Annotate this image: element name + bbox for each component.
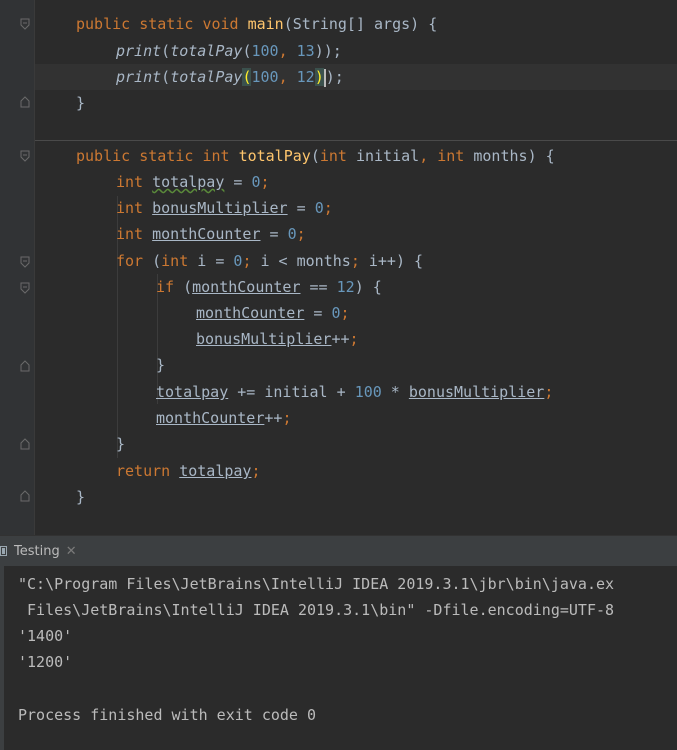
- code-line-close-method[interactable]: }: [76, 484, 85, 510]
- run-tab-testing[interactable]: Testing ✕: [0, 536, 85, 566]
- number-literal: 0: [251, 173, 261, 191]
- method-call: print: [116, 42, 162, 60]
- close-icon[interactable]: ✕: [66, 544, 77, 559]
- number-literal: 100: [251, 42, 279, 60]
- console-icon: [0, 546, 7, 556]
- number-literal: 12: [336, 278, 355, 296]
- variable: bonusMultiplier: [408, 383, 545, 401]
- code-line-close-if[interactable]: }: [156, 352, 165, 378]
- fold-end-icon[interactable]: [20, 490, 30, 502]
- method-call: totalPay: [170, 42, 243, 60]
- number-literal: 100: [354, 383, 382, 401]
- code-line-decl-totalpay[interactable]: int totalpay = 0;: [116, 169, 270, 195]
- variable: totalpay: [179, 462, 252, 480]
- console-line: '1400': [18, 627, 73, 645]
- console-output[interactable]: "C:\Program Files\JetBrains\IntelliJ IDE…: [0, 566, 677, 750]
- code-line-print-2[interactable]: print(totalPay(100, 12));: [116, 64, 344, 90]
- console-line: Process finished with exit code 0: [18, 706, 317, 724]
- matched-bracket: ): [314, 68, 324, 86]
- close-parens: );: [325, 68, 344, 86]
- code-line-if[interactable]: if (monthCounter == 12) {: [156, 274, 382, 300]
- code-line-decl-monthcounter[interactable]: int monthCounter = 0;: [116, 221, 306, 247]
- tab-label: Testing: [14, 543, 60, 559]
- variable: i: [197, 252, 207, 270]
- variable: monthCounter: [196, 304, 305, 322]
- operator: +=: [237, 383, 256, 401]
- code-line-return[interactable]: return totalpay;: [116, 458, 261, 484]
- number-literal: 13: [296, 42, 315, 60]
- method-name: main: [247, 15, 284, 33]
- param-name: initial: [355, 147, 420, 165]
- keyword: static: [139, 147, 194, 165]
- keyword: int: [202, 147, 230, 165]
- code-line-reset-counter[interactable]: monthCounter = 0;: [196, 300, 350, 326]
- keyword: static: [139, 15, 194, 33]
- keyword: if: [156, 278, 175, 296]
- operator: *: [381, 383, 409, 401]
- variable: monthCounter: [152, 225, 261, 243]
- signature-end: ) {: [527, 147, 555, 165]
- loop-increment: i++: [368, 252, 396, 270]
- code-line-accumulate[interactable]: totalpay += initial + 100 * bonusMultipl…: [156, 379, 553, 405]
- method-call: print: [116, 68, 162, 86]
- params: (String[] args) {: [283, 15, 438, 33]
- code-editor[interactable]: public static void main(String[] args) {…: [0, 0, 677, 535]
- keyword: void: [202, 15, 239, 33]
- fold-collapse-icon[interactable]: [20, 282, 30, 294]
- number-literal: 0: [331, 304, 341, 322]
- fold-end-icon[interactable]: [20, 438, 30, 450]
- variable: bonusMultiplier: [152, 199, 288, 217]
- keyword: int: [116, 225, 144, 243]
- number-literal: 0: [287, 225, 297, 243]
- keyword: int: [116, 173, 144, 191]
- code-line-decl-bonus[interactable]: int bonusMultiplier = 0;: [116, 195, 333, 221]
- code-line-totalpay-signature[interactable]: public static int totalPay(int initial, …: [76, 143, 555, 169]
- keyword: int: [437, 147, 465, 165]
- fold-end-icon[interactable]: [20, 96, 30, 108]
- keyword: return: [116, 462, 171, 480]
- loop-condition: i < months: [260, 252, 351, 270]
- fold-collapse-icon[interactable]: [20, 18, 30, 30]
- operator: ++: [264, 409, 283, 427]
- operator: ++: [331, 330, 350, 348]
- variable: totalpay: [152, 173, 225, 191]
- method-name: totalPay: [238, 147, 311, 165]
- keyword: for: [116, 252, 144, 270]
- code-line-inc-counter[interactable]: monthCounter++;: [156, 405, 291, 431]
- code-line-close-for[interactable]: }: [116, 431, 125, 457]
- fold-collapse-icon[interactable]: [20, 150, 30, 162]
- method-separator: [35, 140, 677, 141]
- console-gutter: [0, 566, 4, 750]
- number-literal: 100: [251, 68, 279, 86]
- method-call: totalPay: [170, 68, 243, 86]
- console-line: Files\JetBrains\IntelliJ IDEA 2019.3.1\b…: [18, 601, 615, 619]
- fold-collapse-icon[interactable]: [20, 256, 30, 268]
- code-line-close-brace[interactable]: }: [76, 90, 85, 116]
- code-line-print-1[interactable]: print(totalPay(100, 13));: [116, 38, 342, 64]
- variable: monthCounter: [192, 278, 301, 296]
- operator: ==: [309, 278, 328, 296]
- variable: monthCounter: [156, 409, 265, 427]
- run-tool-window-header: Testing ✕: [0, 535, 677, 567]
- keyword: int: [116, 199, 144, 217]
- console-line: '1200': [18, 653, 73, 671]
- keyword: int: [161, 252, 189, 270]
- keyword: public: [76, 147, 131, 165]
- keyword: int: [319, 147, 347, 165]
- variable: totalpay: [156, 383, 229, 401]
- number-literal: 0: [314, 199, 324, 217]
- keyword: public: [76, 15, 131, 33]
- expression: initial +: [264, 383, 355, 401]
- code-line-inc-bonus[interactable]: bonusMultiplier++;: [196, 326, 359, 352]
- fold-end-icon[interactable]: [20, 360, 30, 372]
- close-parens: ));: [314, 42, 342, 60]
- code-line-main-signature[interactable]: public static void main(String[] args) {: [76, 11, 437, 37]
- param-name: months: [473, 147, 528, 165]
- variable: bonusMultiplier: [196, 330, 332, 348]
- number-literal: 12: [296, 68, 315, 86]
- console-line: "C:\Program Files\JetBrains\IntelliJ IDE…: [18, 575, 615, 593]
- code-line-for[interactable]: for (int i = 0; i < months; i++) {: [116, 248, 423, 274]
